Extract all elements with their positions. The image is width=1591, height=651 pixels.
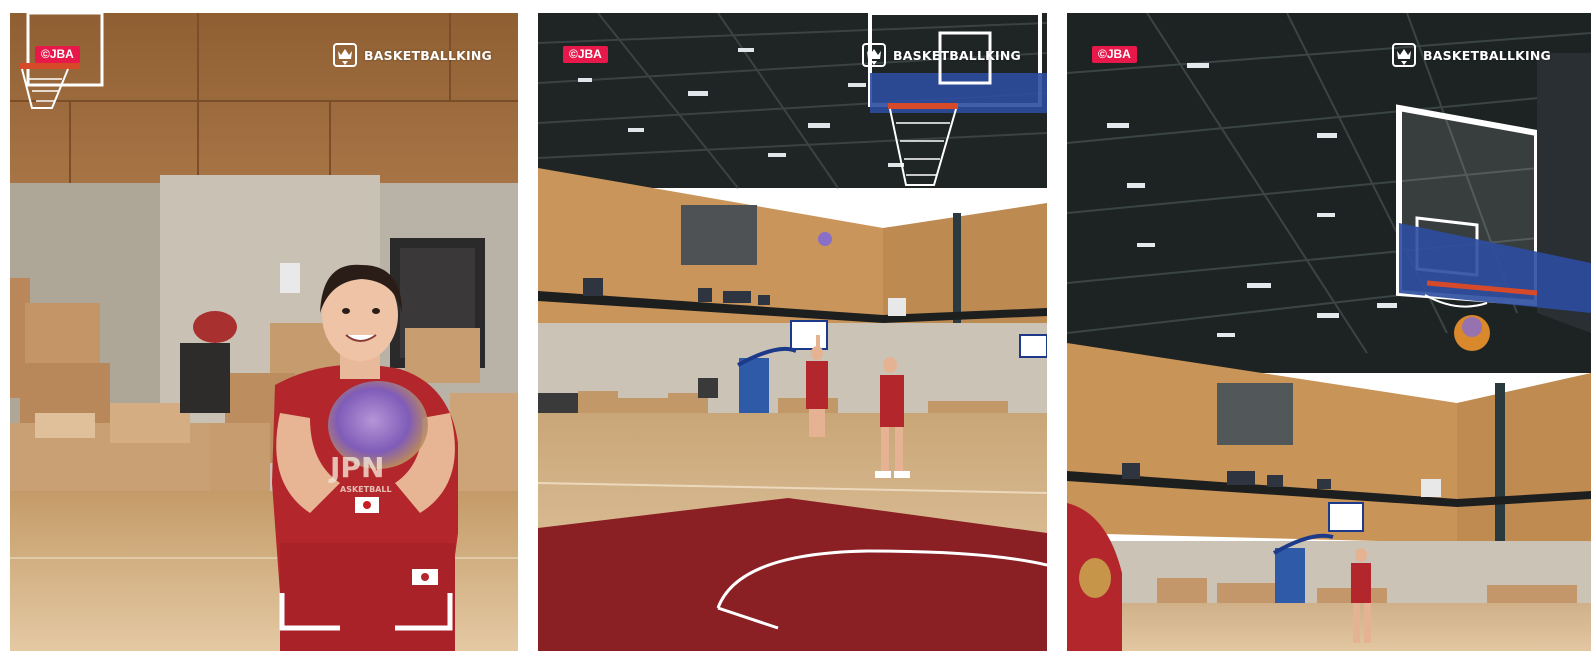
crown-shield-icon <box>1391 42 1417 68</box>
jba-copyright-badge: ©JBA <box>563 46 608 63</box>
photo-panel-3: ©JBA BASKETBALLKING <box>1067 13 1591 651</box>
brand-label: BASKETBALLKING <box>893 47 1021 63</box>
basketballking-watermark: BASKETBALLKING <box>1391 42 1551 68</box>
crown-shield-icon <box>861 42 887 68</box>
brand-label: BASKETBALLKING <box>364 47 492 63</box>
photo-panel-1: JPN ASKETBALL ©JBA BASKETBALLKING <box>10 13 518 651</box>
gym-two-players-photo <box>538 13 1047 651</box>
crown-shield-icon <box>332 42 358 68</box>
jba-copyright-badge: ©JBA <box>1092 46 1137 63</box>
player-closeup-photo <box>10 13 518 651</box>
jersey-chest-text: JPN <box>330 451 385 484</box>
basketballking-watermark: BASKETBALLKING <box>332 42 492 68</box>
brand-label: BASKETBALLKING <box>1423 47 1551 63</box>
jersey-sub-text: ASKETBALL <box>340 485 392 494</box>
gym-ball-at-hoop-photo <box>1067 13 1591 651</box>
jba-copyright-badge: ©JBA <box>35 46 80 63</box>
photo-panel-2: ©JBA BASKETBALLKING <box>538 13 1047 651</box>
basketballking-watermark: BASKETBALLKING <box>861 42 1021 68</box>
